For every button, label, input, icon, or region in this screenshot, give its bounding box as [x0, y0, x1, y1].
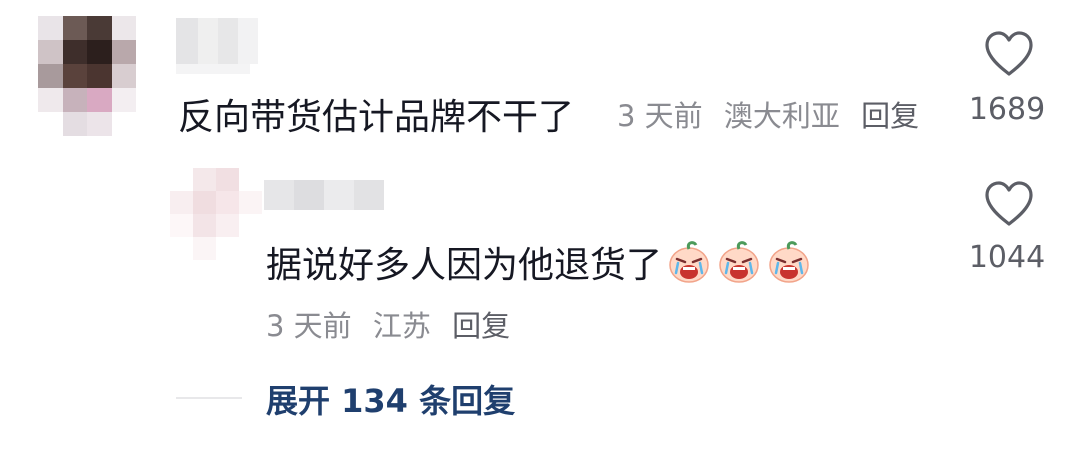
- comment-reply-button[interactable]: 回复: [861, 99, 919, 133]
- emoji-row: [666, 239, 812, 285]
- commenter-name[interactable]: [176, 18, 258, 64]
- commenter-avatar[interactable]: [38, 16, 136, 136]
- heart-outline-icon[interactable]: [983, 180, 1035, 228]
- comment-meta: 3 天前 澳大利亚 回复: [617, 93, 919, 135]
- reply-time: 3 天前: [266, 309, 352, 343]
- comment-like-count: 1689: [968, 92, 1046, 127]
- crying-peach-emoji: [669, 241, 709, 283]
- expand-divider: [176, 397, 242, 399]
- reply-like-count: 1044: [968, 240, 1046, 275]
- comment-time: 3 天前: [617, 99, 703, 133]
- comment-location: 澳大利亚: [723, 99, 840, 133]
- comment-text: 反向带货估计品牌不干了: [178, 97, 575, 138]
- crying-peach-emoji: [719, 241, 759, 283]
- reply-location: 江苏: [372, 309, 431, 343]
- commenter-name-shadow: [176, 64, 250, 74]
- reply-reply-button[interactable]: 回复: [452, 309, 510, 343]
- reply-text: 据说好多人因为他退货了: [266, 245, 663, 286]
- crying-peach-emoji: [769, 241, 809, 283]
- reply-text-row: 据说好多人因为他退货了: [266, 236, 812, 288]
- replier-name[interactable]: [264, 180, 384, 210]
- replier-avatar[interactable]: [170, 168, 262, 260]
- heart-outline-icon[interactable]: [983, 30, 1035, 78]
- expand-replies-button[interactable]: 展开 134 条回复: [266, 376, 515, 422]
- reply-meta: 3 天前 江苏 回复: [266, 303, 510, 345]
